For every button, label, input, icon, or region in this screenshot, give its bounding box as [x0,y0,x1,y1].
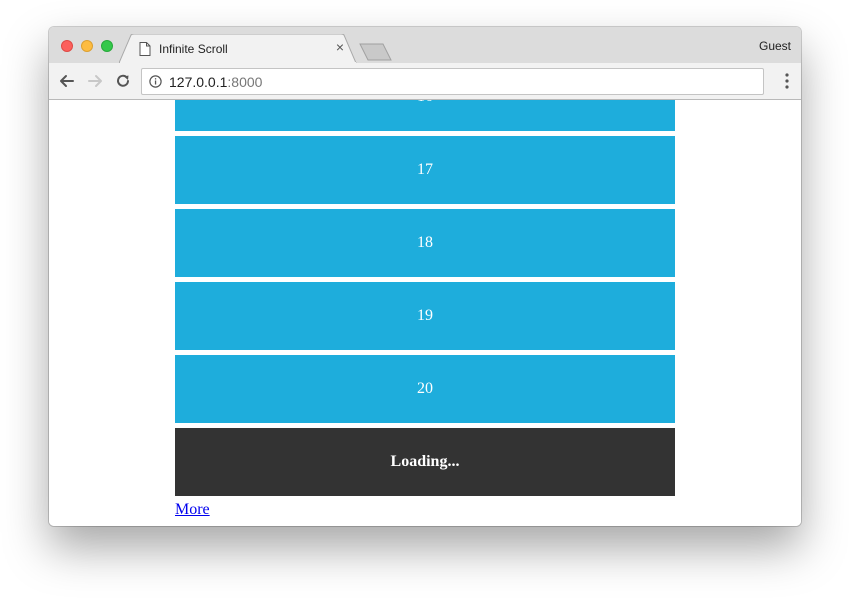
address-bar[interactable]: 127.0.0.1:8000 [141,68,764,95]
url-port: :8000 [227,74,263,90]
window-minimize-button[interactable] [81,40,93,52]
item-feed: 16 17 18 19 20 Loading... More [175,100,675,519]
browser-window: Infinite Scroll × Guest 127.0.0.1:8000 1… [49,27,801,526]
tab-infinite-scroll[interactable]: Infinite Scroll × [119,34,359,63]
tab-close-icon[interactable]: × [333,40,347,54]
back-arrow-icon[interactable] [58,72,76,90]
url-text: 127.0.0.1:8000 [169,74,262,90]
page-icon [139,42,151,56]
profile-button[interactable]: Guest [759,39,791,53]
tab-shape [119,34,357,63]
list-item: 19 [175,282,675,350]
item-number: 19 [417,307,433,324]
item-number: 17 [417,161,433,178]
toolbar: 127.0.0.1:8000 [49,63,801,100]
window-maximize-button[interactable] [101,40,113,52]
reload-icon[interactable] [114,72,132,90]
loading-indicator: Loading... [175,428,675,496]
list-item: 16 [175,100,675,131]
info-icon[interactable] [149,75,162,88]
new-tab-button[interactable] [359,43,393,61]
window-close-button[interactable] [61,40,73,52]
tab-title: Infinite Scroll [159,42,228,56]
list-item: 20 [175,355,675,423]
url-host: 127.0.0.1 [169,74,228,90]
list-item: 18 [175,209,675,277]
item-number: 18 [417,234,433,251]
more-link[interactable]: More [175,501,210,519]
menu-dots-icon[interactable] [785,73,789,89]
loading-text: Loading... [390,453,460,470]
item-number: 20 [417,380,433,397]
page-viewport[interactable]: 16 17 18 19 20 Loading... More [49,100,801,526]
forward-arrow-icon[interactable] [86,72,104,90]
list-item: 17 [175,136,675,204]
item-number: 16 [417,100,433,106]
tab-strip: Infinite Scroll × Guest [49,27,801,63]
